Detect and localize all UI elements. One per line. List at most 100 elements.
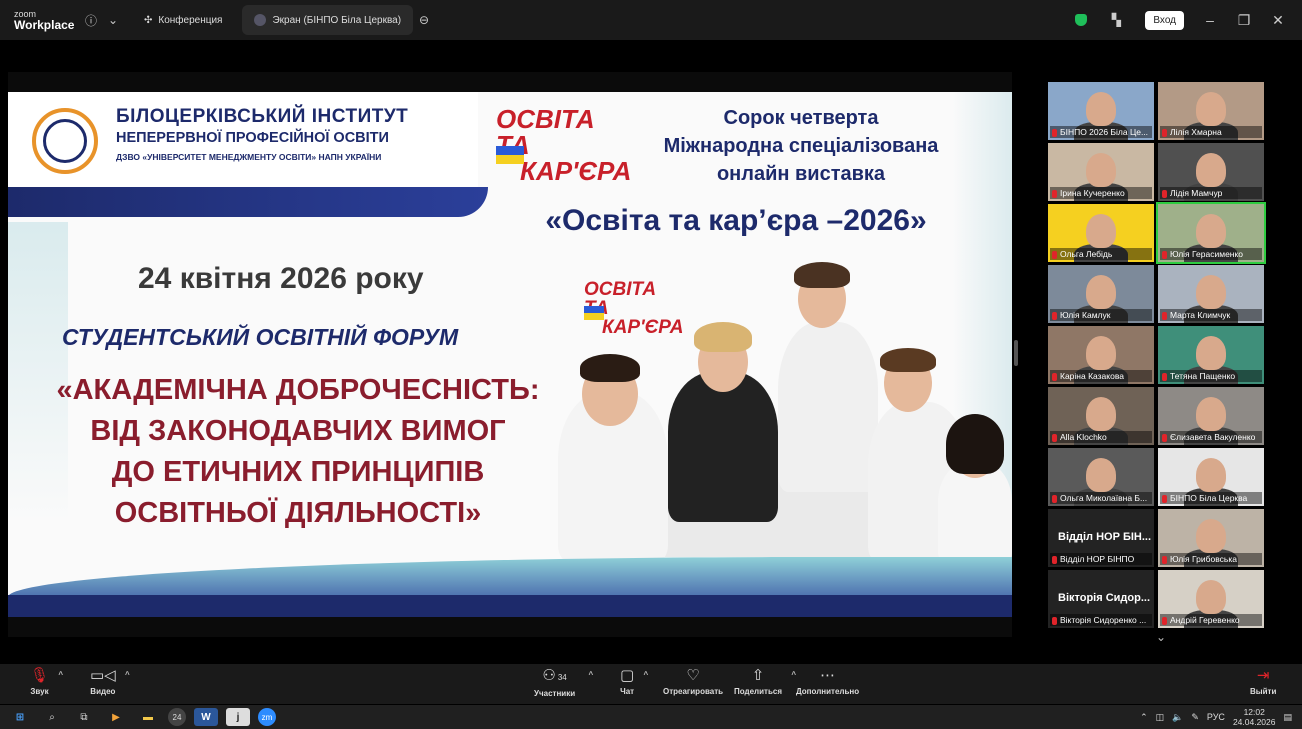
participant-tile[interactable]: Тетяна Пащенко — [1158, 326, 1264, 384]
photo-person-hair — [694, 322, 752, 352]
participants-button[interactable]: ⚇ 34 Участники ^ — [534, 668, 593, 699]
leave-label: Выйти — [1250, 687, 1277, 696]
participant-video — [1086, 92, 1116, 126]
participant-tile[interactable]: БІНПО Біла Церква — [1158, 448, 1264, 506]
participant-name: Марта Климчук — [1170, 310, 1231, 320]
participant-video — [1196, 580, 1226, 614]
more-options-icon[interactable]: ⊖ — [413, 13, 435, 27]
view-layout-icon[interactable]: ▚ — [1105, 13, 1127, 27]
tab-screen-label: Экран (БІНПО Біла Церква) — [272, 14, 402, 26]
participant-tile[interactable]: Єлизавета Вакуленко — [1158, 387, 1264, 445]
institute-emblem-icon — [32, 108, 98, 174]
share-button[interactable]: ⇧ Поделиться ^ — [734, 668, 796, 697]
audio-options-caret-icon[interactable]: ^ — [58, 670, 63, 679]
encryption-shield-icon[interactable] — [1075, 14, 1088, 26]
participant-name: Андрій Геревенко — [1170, 615, 1240, 625]
task-view-icon[interactable]: ⧉ — [72, 708, 96, 726]
footer-band — [8, 595, 1012, 617]
journal-app-icon[interactable]: j — [226, 708, 250, 726]
language-indicator[interactable]: РУС — [1207, 712, 1225, 722]
restore-icon[interactable]: ❐ — [1236, 12, 1252, 29]
network-icon[interactable]: ◫ — [1156, 712, 1165, 723]
participant-tile[interactable]: Ольга Лебідь — [1048, 204, 1154, 262]
participant-name: БІНПО Біла Церква — [1170, 493, 1248, 503]
tray-overflow-icon[interactable]: ⌃ — [1140, 712, 1148, 723]
participant-name: Юлія Грибовська — [1170, 554, 1237, 564]
participant-name: Вікторія Сидоренко ... — [1060, 615, 1147, 625]
participant-video — [1086, 214, 1116, 248]
participant-tile[interactable]: Ірина Кучеренко — [1048, 143, 1154, 201]
topic-line4: ОСВІТНЬОЇ ДІЯЛЬНОСТІ» — [114, 497, 482, 529]
participant-name-label: Юлія Камлук — [1050, 309, 1152, 321]
participant-name: БІНПО 2026 Біла Це... — [1060, 127, 1149, 137]
meeting-icon: ✣ — [144, 14, 153, 26]
info-icon[interactable]: ⓘ — [80, 12, 102, 29]
participant-name-label: БІНПО 2026 Біла Це... — [1050, 126, 1152, 138]
gallery-scroll-down-icon[interactable]: ⌄ — [1148, 630, 1174, 648]
presenter-avatar-icon — [254, 14, 267, 26]
participant-tile[interactable]: Лілія Хмарна — [1158, 82, 1264, 140]
participant-tile[interactable]: Відділ НОР БІН... Відділ НОР БІНПО — [1048, 509, 1154, 567]
video-options-caret-icon[interactable]: ^ — [125, 670, 130, 679]
windows-taskbar: ⊞ ⌕ ⧉ ▶ ▬ 24 W j zm ⌃ ◫ 🔈 ✎ РУС 12:02 24… — [0, 705, 1302, 729]
brand-line2: КАР'ЄРА — [520, 156, 632, 186]
chat-caret-icon[interactable]: ^ — [644, 670, 649, 679]
react-button[interactable]: ♡ Отреагировать — [663, 668, 723, 697]
brand-logo-small: ОСВІТА ТА КАР'ЄРА — [584, 280, 684, 340]
tab-screen-share[interactable]: Экран (БІНПО Біла Церква) — [242, 5, 414, 35]
participant-tile[interactable]: Ольга Миколаївна Б... — [1048, 448, 1154, 506]
participant-tile[interactable]: Юлія Камлук — [1048, 265, 1154, 323]
topic-line2: ВІД ЗАКОНОДАВЧИХ ВИМОГ — [90, 415, 506, 447]
clock[interactable]: 12:02 24.04.2026 — [1233, 707, 1276, 727]
muted-mic-icon — [1162, 189, 1167, 198]
zoom-taskbar-icon[interactable]: zm — [258, 708, 276, 726]
muted-mic-icon — [1052, 128, 1057, 137]
participant-video — [1196, 214, 1226, 248]
participant-tile[interactable]: Андрій Геревенко — [1158, 570, 1264, 628]
notifications-icon[interactable]: ▤ — [1283, 712, 1292, 723]
media-player-icon[interactable]: ▶ — [104, 708, 128, 726]
participant-tile[interactable]: БІНПО 2026 Біла Це... — [1048, 82, 1154, 140]
event-date: 24 квітня 2026 року — [138, 262, 424, 295]
participant-name: Юлія Камлук — [1060, 310, 1111, 320]
tab-conference[interactable]: ✣ Конференция — [132, 5, 234, 35]
participant-tile[interactable]: Alla Klochko — [1048, 387, 1154, 445]
participant-name-label: Марта Климчук — [1160, 309, 1262, 321]
participant-video — [1196, 275, 1226, 309]
participants-label: Участники — [534, 689, 576, 698]
participant-tile[interactable]: Юлія Грибовська — [1158, 509, 1264, 567]
participants-caret-icon[interactable]: ^ — [588, 670, 593, 679]
audio-button[interactable]: 🎙 Звук ^ — [30, 668, 63, 697]
event-line1: Сорок четверта — [723, 107, 879, 129]
participant-tile[interactable]: Лідія Мамчур — [1158, 143, 1264, 201]
volume-icon[interactable]: 🔈 — [1172, 712, 1183, 723]
file-explorer-icon[interactable]: ▬ — [136, 708, 160, 726]
chevron-down-icon[interactable]: ⌄ — [102, 13, 124, 27]
ukraine-flag-icon — [584, 306, 604, 320]
participant-video — [1196, 336, 1226, 370]
muted-mic-icon — [1052, 494, 1057, 503]
institute-line3: ДЗВО «УНІВЕРСИТЕТ МЕНЕДЖМЕНТУ ОСВІТИ» НА… — [116, 152, 382, 162]
windows-start-icon[interactable]: ⊞ — [8, 708, 32, 726]
participant-name-label: Лілія Хмарна — [1160, 126, 1262, 138]
chat-button[interactable]: ▢ Чат ^ — [620, 668, 648, 697]
brand-logo: ОСВІТА ТА КАР'ЄРА — [496, 106, 631, 184]
participant-tile[interactable]: Каріна Казакова — [1048, 326, 1154, 384]
word-icon[interactable]: W — [194, 708, 218, 726]
more-button[interactable]: ⋯ Дополнительно — [796, 668, 859, 697]
muted-mic-icon — [1162, 311, 1167, 320]
participant-video — [1086, 275, 1116, 309]
leave-button[interactable]: ⇥ Выйти — [1250, 668, 1277, 697]
participant-tile[interactable]: Марта Климчук — [1158, 265, 1264, 323]
minimize-icon[interactable]: – — [1202, 12, 1218, 28]
video-button[interactable]: ▭◁ Видео ^ — [90, 668, 130, 697]
split-drag-handle[interactable] — [1014, 340, 1018, 366]
search-icon[interactable]: ⌕ — [40, 708, 64, 726]
participant-name: Лідія Мамчур — [1170, 188, 1223, 198]
participant-tile[interactable]: Вікторія Сидор... Вікторія Сидоренко ... — [1048, 570, 1154, 628]
app-badge-icon[interactable]: 24 — [168, 708, 186, 726]
participant-tile[interactable]: Юлія Герасименко — [1156, 202, 1266, 264]
close-icon[interactable]: ✕ — [1270, 12, 1286, 29]
signin-button[interactable]: Вход — [1145, 10, 1184, 30]
pen-icon[interactable]: ✎ — [1191, 712, 1199, 723]
